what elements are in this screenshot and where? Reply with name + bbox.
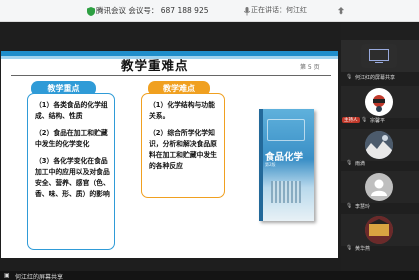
presentation-slide: 教学重难点 第 5 页 教学重点 （1）各类食品的化学组成、结构、性质 （2）食… <box>1 51 338 258</box>
avatar <box>365 173 393 201</box>
difficult-point-item: （2）综合所学化学知识，分析和解决食品原料在加工和贮藏中发生的各种反应 <box>149 129 217 170</box>
avatar <box>365 216 393 244</box>
participant-name-row: 主持人 🎙 宗馨平 <box>341 116 419 126</box>
participant-tile[interactable] <box>341 86 419 118</box>
mic-icon: 🎙 <box>346 74 353 80</box>
speaking-indicator: 正在讲话：何江红 <box>251 6 307 14</box>
slide-divider <box>11 75 331 76</box>
mic-icon: 🎙 <box>346 245 353 251</box>
avatar <box>365 131 393 159</box>
title-bar: 腾讯会议 会议号： 687 188 925 正在讲话：何江红 <box>0 0 419 22</box>
book-title: 食品化学 <box>265 152 304 163</box>
participant-name-row: 🎙 雨滴 <box>341 159 419 169</box>
participant-tile[interactable] <box>341 40 419 72</box>
participant-tile[interactable] <box>341 129 419 161</box>
mic-icon: 🎙 <box>346 160 353 166</box>
book-spine <box>259 109 263 221</box>
screen-share-label: 何江红的屏幕共享 <box>15 274 64 280</box>
bottom-status-bar: ▣ 何江红的屏幕共享 <box>0 271 419 280</box>
participant-name-row: 🎙 黄华燕 <box>341 244 419 254</box>
participant-name-row: 🎙 何江红的屏幕共享 <box>341 73 419 83</box>
participant-name-row: 🎙 李慧玲 <box>341 202 419 212</box>
participants-panel: 🎙 何江红的屏幕共享 主持人 🎙 宗馨平 🎙 雨滴 🎙 李慧玲 🎙 黄华燕 <box>341 23 419 271</box>
shared-screen: 教学重难点 第 5 页 教学重点 （1）各类食品的化学组成、结构、性质 （2）食… <box>0 23 340 271</box>
screen-thumbnail <box>361 44 397 68</box>
screen-share-icon: ▣ <box>4 272 10 279</box>
mic-icon: 🎙 <box>361 117 368 123</box>
meeting-title: 腾讯会议 会议号： 687 188 925 <box>96 6 209 15</box>
key-point-item: （1）各类食品的化学组成、结构、性质 <box>35 101 108 120</box>
key-point-item: （3）各化学变化在食品加工中的应用以及对食品安全、营养、感官（色、香、味、形、质… <box>35 157 110 198</box>
participant-name: 雨滴 <box>355 161 366 167</box>
book-edition: 第2版 <box>265 162 276 167</box>
avatar <box>365 88 393 116</box>
mic-icon: 🎙 <box>346 203 353 209</box>
page-number: 第 5 页 <box>300 64 320 71</box>
participant-name: 李慧玲 <box>355 204 371 210</box>
key-points-box: （1）各类食品的化学组成、结构、性质 （2）食品在加工和贮藏中发生的化学变化 （… <box>27 93 115 250</box>
key-point-item: （2）食品在加工和贮藏中发生的化学变化 <box>35 129 108 148</box>
book-decoration <box>267 119 305 141</box>
difficult-points-box: （1）化学结构与功能关系。 （2）综合所学化学知识，分析和解决食品原料在加工和贮… <box>141 93 225 198</box>
participant-name: 黄华燕 <box>355 246 371 252</box>
host-badge: 主持人 <box>342 117 360 123</box>
participant-tile[interactable] <box>341 171 419 203</box>
pin-icon[interactable] <box>335 5 347 17</box>
participant-name: 何江红的屏幕共享 <box>355 75 396 81</box>
slide-title: 教学重难点 <box>121 58 189 73</box>
book-illustration <box>271 181 301 203</box>
difficult-point-item: （1）化学结构与功能关系。 <box>149 101 215 120</box>
participant-tile[interactable] <box>341 214 419 246</box>
textbook-cover-image: 食品化学 第2版 <box>259 109 314 221</box>
participant-name: 宗馨平 <box>370 118 386 124</box>
